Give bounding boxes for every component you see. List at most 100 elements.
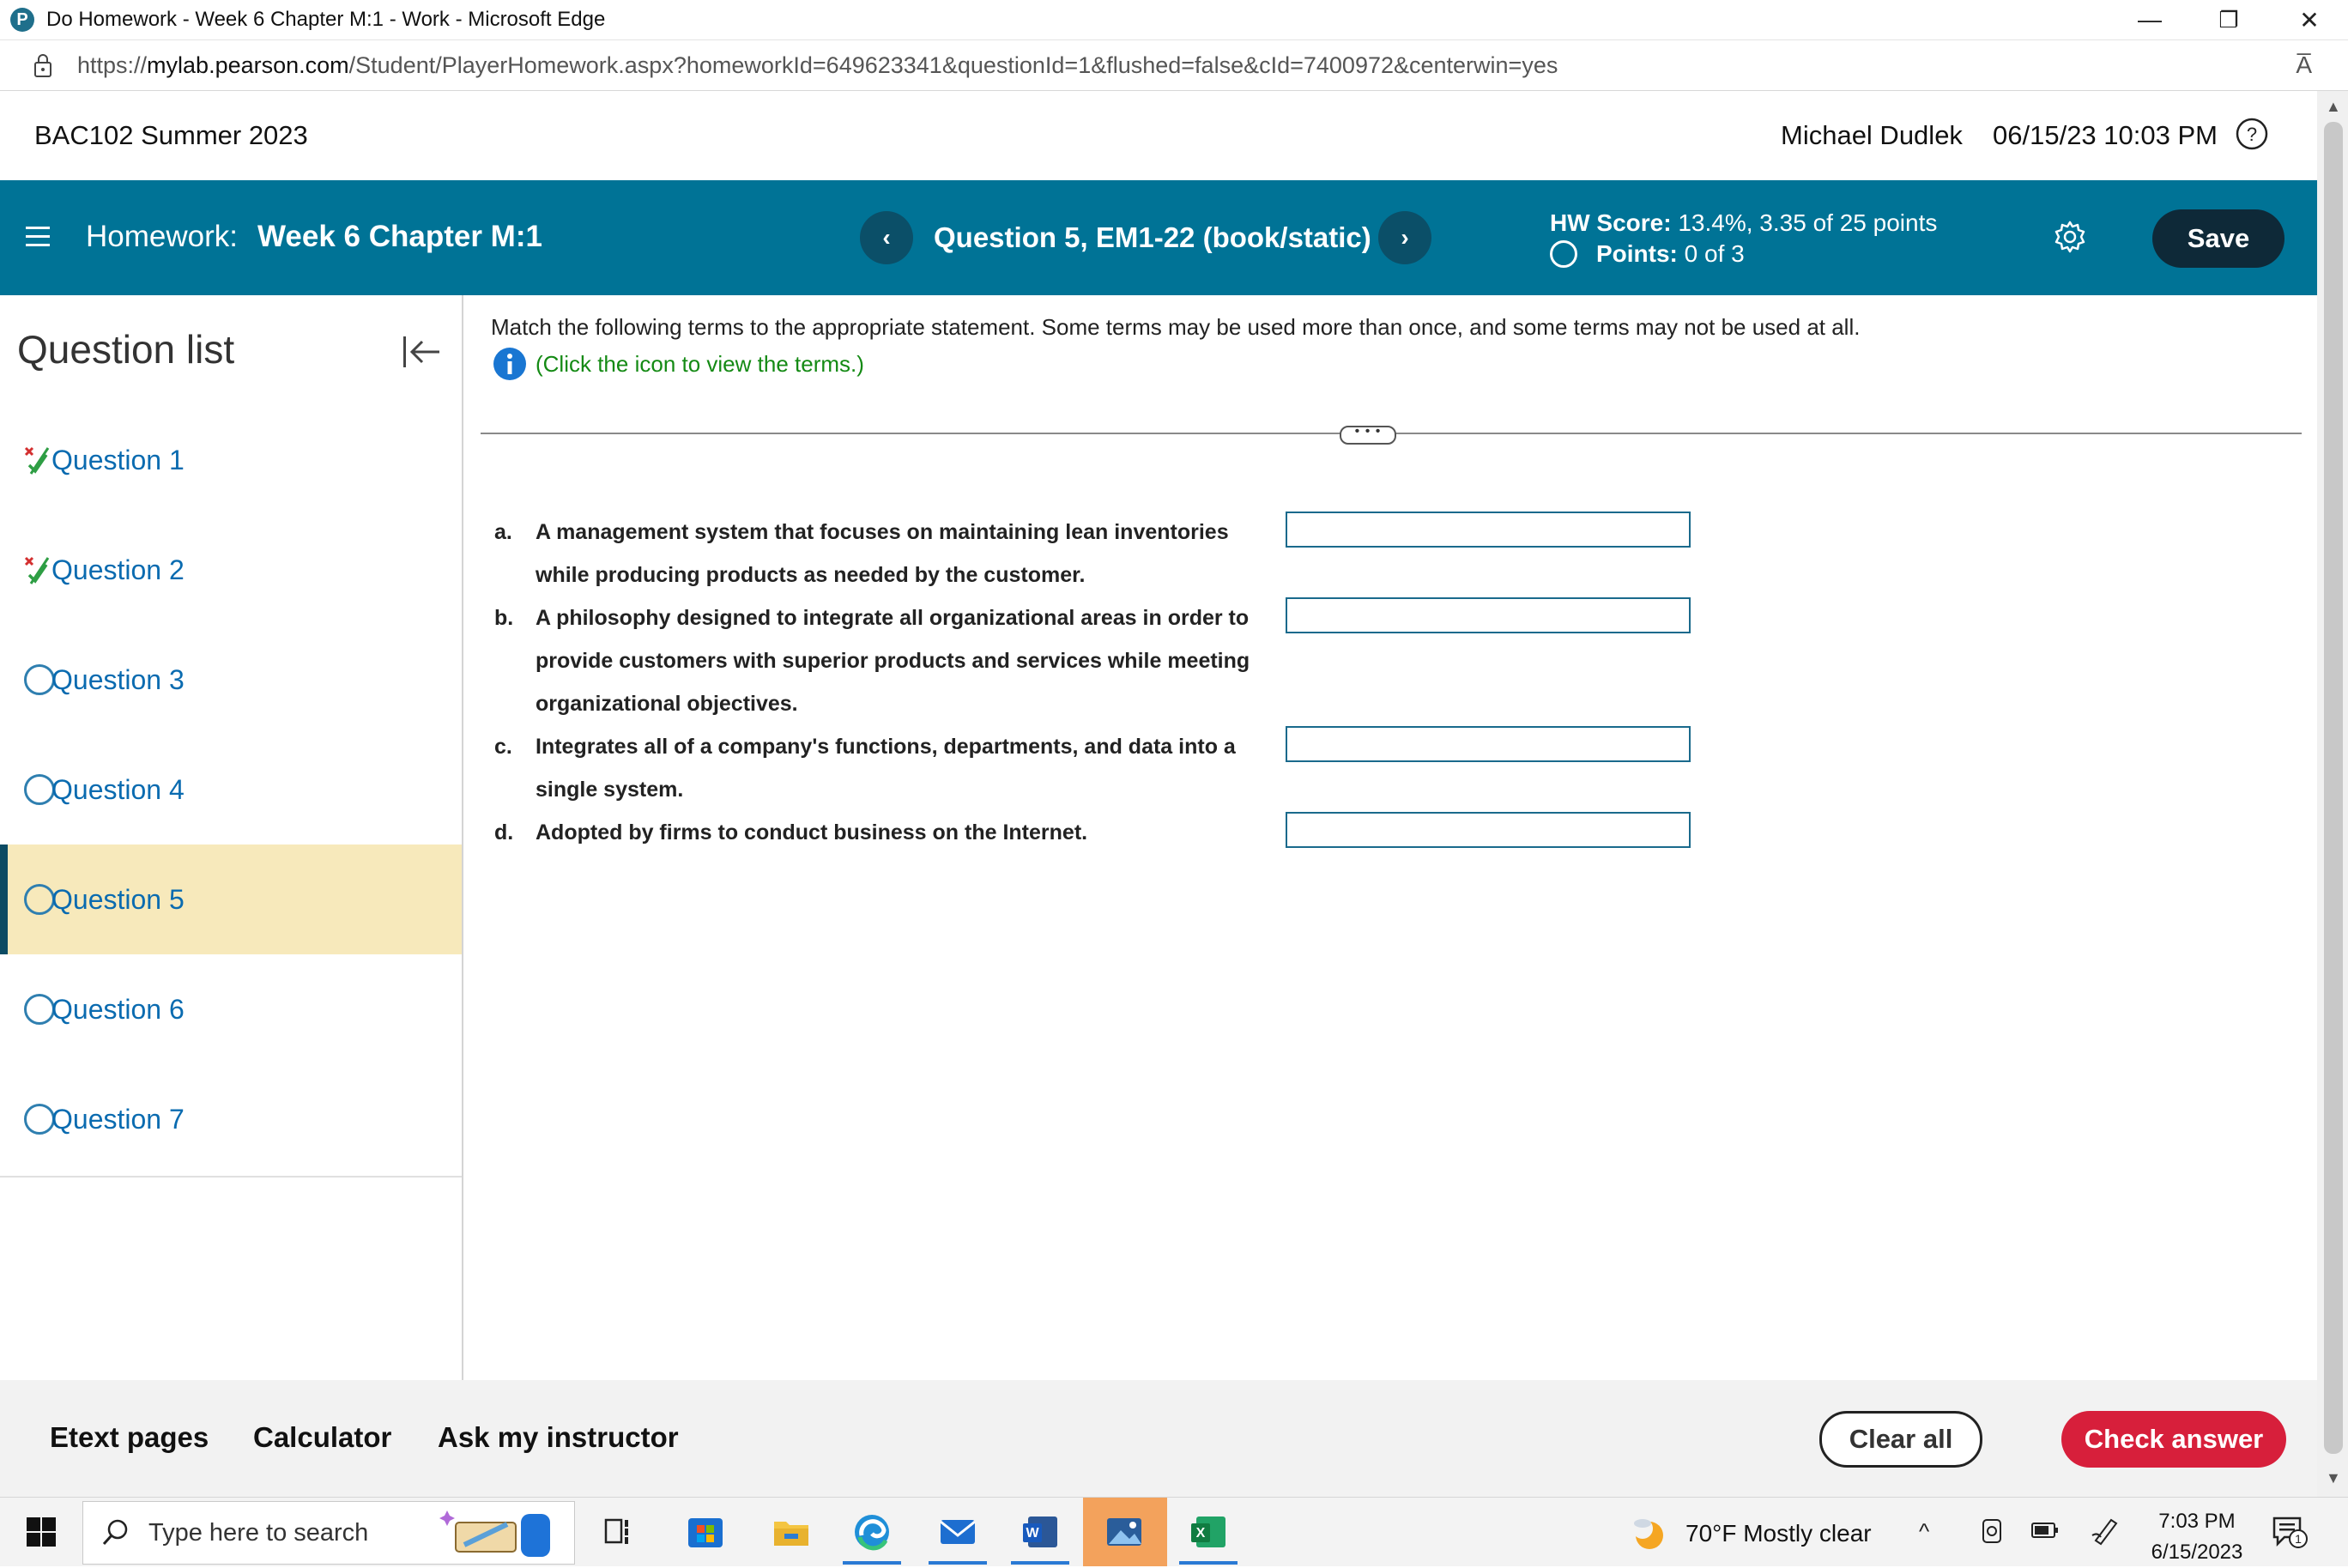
meet-now-icon[interactable] [1979, 1517, 2005, 1546]
scroll-up-arrow-icon[interactable]: ▲ [2326, 98, 2341, 116]
question-list-label: Question 6 [51, 993, 185, 1025]
previous-question-button[interactable]: ‹ [860, 211, 913, 264]
pearson-favicon-icon: P [10, 8, 34, 32]
read-aloud-icon[interactable]: A̅ [2296, 51, 2312, 79]
statement-text-line: A philosophy designed to integrate all o… [536, 606, 1250, 630]
question-list-label: Question 2 [51, 554, 185, 585]
weather-text: 70°F Mostly clear [1685, 1520, 1872, 1547]
weather-widget[interactable]: 70°F Mostly clear [1631, 1515, 1872, 1553]
homework-label: Homework: [86, 220, 238, 253]
taskbar-clock[interactable]: 7:03 PM 6/15/2023 [2145, 1506, 2248, 1568]
hamburger-menu-icon[interactable] [24, 221, 51, 252]
view-terms-link[interactable]: (Click the icon to view the terms.) [493, 347, 864, 381]
svg-text:X: X [1196, 1526, 1206, 1541]
points-status-icon [1550, 240, 1577, 268]
homework-bar: Homework: Week 6 Chapter M:1 ‹ Question … [0, 180, 2317, 295]
address-bar[interactable]: https://mylab.pearson.com/Student/Player… [0, 39, 2348, 91]
question-list-item-2[interactable]: Question 2 [0, 515, 462, 625]
course-header: BAC102 Summer 2023 Michael Dudlek 06/15/… [0, 91, 2317, 180]
sidebar-divider [0, 1176, 462, 1178]
page-scrollbar[interactable]: ▲ ▼ [2317, 91, 2348, 1497]
hw-score: HW Score: 13.4%, 3.35 of 25 points [1550, 209, 1938, 236]
show-hidden-icons-chevron-icon[interactable]: ^ [1919, 1518, 1929, 1545]
answer-input-d[interactable] [1286, 812, 1691, 848]
mail-icon[interactable] [935, 1510, 980, 1554]
answer-input-a[interactable] [1286, 512, 1691, 548]
collapse-sidebar-icon[interactable] [400, 333, 443, 371]
statement-text-line: provide customers with superior products… [536, 649, 1250, 673]
unanswered-circle-icon [24, 994, 55, 1025]
answer-input-b[interactable] [1286, 597, 1691, 633]
svg-text:W: W [1026, 1526, 1039, 1541]
question-list-item-7[interactable]: Question 7 [0, 1064, 462, 1174]
active-app-indicator [929, 1561, 987, 1565]
unanswered-circle-icon [24, 664, 55, 695]
answer-input-c[interactable] [1286, 726, 1691, 762]
session-datetime: 06/15/23 10:03 PM [1993, 120, 2218, 150]
task-view-icon[interactable] [597, 1510, 642, 1554]
windows-taskbar: Type here to search W X 70°F Mostly clea… [0, 1497, 2348, 1566]
statement-text-line: Integrates all of a company's functions,… [536, 735, 1236, 759]
question-list-item-1[interactable]: Question 1 [0, 405, 462, 515]
statement-text-line: A management system that focuses on main… [536, 520, 1229, 544]
question-list-label: Question 3 [51, 663, 185, 695]
windows-start-icon[interactable] [26, 1517, 57, 1547]
active-app-indicator [843, 1561, 901, 1565]
question-list-sidebar: Question list Question 1 Question 2 Ques… [0, 295, 463, 1380]
save-button[interactable]: Save [2152, 209, 2284, 268]
question-list-item-4[interactable]: Question 4 [0, 735, 462, 845]
question-list-item-5[interactable]: Question 5 [0, 845, 462, 954]
ask-instructor-link[interactable]: Ask my instructor [438, 1421, 679, 1454]
microsoft-store-icon[interactable] [683, 1510, 728, 1554]
question-list-label: Question 5 [51, 883, 185, 915]
minimize-button[interactable]: — [2111, 0, 2188, 39]
view-terms-text[interactable]: (Click the icon to view the terms.) [536, 351, 864, 378]
info-icon[interactable] [493, 347, 527, 381]
close-window-button[interactable]: ✕ [2271, 0, 2348, 39]
search-placeholder: Type here to search [148, 1518, 369, 1547]
taskbar-search-box[interactable]: Type here to search [82, 1501, 575, 1565]
etext-pages-link[interactable]: Etext pages [50, 1421, 209, 1454]
notification-center-icon[interactable]: 1 [2271, 1515, 2309, 1549]
unanswered-circle-icon [24, 1104, 55, 1135]
statement-text-line: organizational objectives. [536, 692, 798, 716]
unanswered-circle-icon [24, 774, 55, 805]
statement-letter: c. [494, 735, 512, 759]
question-list-item-6[interactable]: Question 6 [0, 954, 462, 1064]
scrollbar-thumb[interactable] [2324, 122, 2343, 1454]
clear-all-button[interactable]: Clear all [1819, 1411, 1982, 1468]
clock-date: 6/15/2023 [2151, 1541, 2243, 1564]
gear-icon[interactable] [2053, 220, 2087, 254]
calculator-link[interactable]: Calculator [253, 1421, 391, 1454]
more-options-button[interactable]: • • • [1340, 425, 1396, 445]
word-icon[interactable]: W [1018, 1510, 1062, 1554]
homework-name: Week 6 Chapter M:1 [257, 220, 542, 253]
help-icon[interactable]: ? [2235, 117, 2269, 151]
statement-text-line: single system. [536, 778, 684, 802]
user-name: Michael Dudlek [1781, 120, 1963, 150]
edge-browser-icon[interactable] [850, 1510, 894, 1554]
restore-button[interactable]: ❐ [2190, 0, 2267, 39]
excel-icon[interactable]: X [1186, 1510, 1231, 1554]
notification-count: 1 [2295, 1532, 2302, 1546]
question-footer-toolbar: Etext pages Calculator Ask my instructor… [0, 1380, 2317, 1497]
question-list-item-3[interactable]: Question 3 [0, 625, 462, 735]
window-titlebar: P Do Homework - Week 6 Chapter M:1 - Wor… [0, 0, 2348, 39]
question-list-label: Question 4 [51, 773, 185, 805]
lock-icon [34, 54, 51, 77]
pen-icon[interactable] [2091, 1515, 2120, 1546]
check-answer-button[interactable]: Check answer [2061, 1411, 2286, 1468]
url-text[interactable]: https://mylab.pearson.com/Student/Player… [77, 52, 1558, 79]
window-title: Do Homework - Week 6 Chapter M:1 - Work … [46, 8, 606, 31]
photos-icon[interactable] [1102, 1510, 1147, 1554]
question-points: Points: 0 of 3 [1550, 240, 1745, 268]
scroll-down-arrow-icon[interactable]: ▼ [2326, 1469, 2341, 1487]
question-list-label: Question 1 [51, 444, 185, 475]
file-explorer-icon[interactable] [769, 1510, 814, 1554]
next-question-button[interactable]: › [1378, 211, 1431, 264]
statement-text-line: Adopted by firms to conduct business on … [536, 820, 1088, 845]
active-app-indicator [1011, 1561, 1069, 1565]
battery-icon[interactable] [2030, 1520, 2060, 1541]
statement-letter: a. [494, 520, 512, 544]
clock-time: 7:03 PM [2158, 1510, 2236, 1533]
